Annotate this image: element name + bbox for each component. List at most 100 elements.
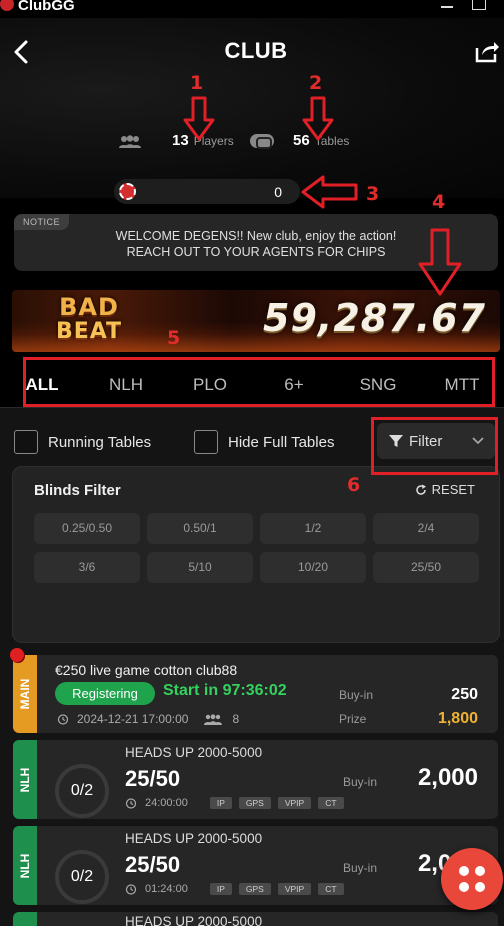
alarm-clock-icon <box>125 884 137 895</box>
window-titlebar: ClubGG <box>0 0 504 18</box>
game-tag: GPS <box>238 883 271 895</box>
share-icon[interactable] <box>474 38 500 64</box>
buyin-label: Buy-in <box>343 861 378 875</box>
card-type-label: NLH <box>18 767 32 792</box>
players-icon <box>119 135 141 148</box>
annotation-number-5: 5 <box>167 327 181 349</box>
game-tag: IP <box>209 883 232 895</box>
dot-icon <box>459 882 469 892</box>
game-tag: VPIP <box>277 883 312 895</box>
blind-option[interactable]: 10/20 <box>260 552 366 583</box>
running-tables-toggle[interactable]: Running Tables <box>14 430 151 454</box>
registering-badge: Registering <box>55 682 155 705</box>
game-tag: CT <box>318 797 344 809</box>
seats-indicator: 0/2 <box>55 764 109 818</box>
annotation-arrow-down-icon <box>302 96 334 141</box>
blind-option[interactable]: 0.25/0.50 <box>34 513 140 544</box>
blind-option[interactable]: 25/50 <box>373 552 479 583</box>
prize-label: Prize <box>339 712 367 726</box>
buyin-label: Buy-in <box>339 688 374 702</box>
chip-balance[interactable]: 0 <box>114 179 300 204</box>
tournament-date: 2024-12-21 17:00:00 <box>77 712 189 726</box>
bad-beat-logo-line2: BEAT <box>55 319 123 344</box>
blind-option[interactable]: 3/6 <box>34 552 140 583</box>
game-card[interactable]: NLH 0/2 HEADS UP 2000-5000 25/50 24:00:0… <box>13 740 498 819</box>
blind-option[interactable]: 5/10 <box>147 552 253 583</box>
bad-beat-logo-line1: BAD <box>59 293 119 321</box>
game-title: HEADS UP 2000-5000 <box>125 914 263 926</box>
clubgg-logo-icon <box>0 0 14 11</box>
annotation-arrow-left-icon <box>301 175 358 209</box>
chip-balance-value: 0 <box>274 184 282 200</box>
buyin-label: Buy-in <box>343 775 378 789</box>
blind-option[interactable]: 2/4 <box>373 513 479 544</box>
alarm-clock-icon <box>125 798 137 809</box>
players-icon <box>204 713 223 725</box>
blind-option[interactable]: 0.50/1 <box>147 513 253 544</box>
prize-value: 1,800 <box>437 710 478 727</box>
buyin-value: 2,000 <box>417 764 478 791</box>
blinds-options: 0.25/0.50 0.50/1 1/2 2/4 3/6 5/10 10/20 … <box>34 513 484 583</box>
blind-option[interactable]: 1/2 <box>260 513 366 544</box>
hide-full-tables-toggle[interactable]: Hide Full Tables <box>194 430 334 454</box>
dot-icon <box>475 882 485 892</box>
buyin-value: 250 <box>451 686 478 703</box>
jackpot-amount: 59,287.67 <box>263 296 486 340</box>
annotation-number-4: 4 <box>432 191 446 213</box>
blinds-filter-panel: Blinds Filter RESET 0.25/0.50 0.50/1 1/2… <box>12 466 500 643</box>
notice-tag: NOTICE <box>14 214 70 230</box>
game-tag: VPIP <box>277 797 312 809</box>
start-countdown: Start in 97:36:02 <box>163 682 287 699</box>
game-card[interactable]: NLH 0/2 HEADS UP 2000-5000 25/50 01:24:0… <box>13 826 498 905</box>
annotation-number-6: 6 <box>347 474 361 496</box>
reset-button[interactable]: RESET <box>415 482 475 497</box>
game-tag: CT <box>318 883 344 895</box>
tournament-meta: 2024-12-21 17:00:00 8 <box>57 712 239 726</box>
card-type-strip: MAIN <box>13 655 37 733</box>
running-tables-checkbox[interactable] <box>14 430 38 454</box>
bad-beat-logo: BAD BEAT <box>30 294 148 348</box>
annotation-arrow-down-icon <box>418 228 462 296</box>
tournament-card[interactable]: MAIN €250 live game cotton club88 Regist… <box>13 655 498 733</box>
tournament-title: €250 live game cotton club88 <box>55 662 238 678</box>
game-time: 24:00:00 <box>145 797 188 809</box>
card-type-strip <box>13 912 37 926</box>
card-type-label: MAIN <box>18 678 32 710</box>
hide-full-tables-checkbox[interactable] <box>194 430 218 454</box>
refresh-icon <box>415 484 426 495</box>
annotation-number-2: 2 <box>309 72 323 94</box>
seats-indicator: 0/2 <box>55 850 109 904</box>
game-blinds: 25/50 <box>125 852 181 877</box>
game-title: HEADS UP 2000-5000 <box>125 831 263 846</box>
dot-icon <box>475 866 485 876</box>
annotation-arrow-down-icon <box>183 96 215 141</box>
club-header: CLUB <box>0 18 504 198</box>
game-tag: IP <box>209 797 232 809</box>
annotation-number-1: 1 <box>190 72 204 94</box>
annotation-box-tabs <box>23 357 495 407</box>
annotation-number-3: 3 <box>366 183 380 205</box>
dot-icon <box>459 866 469 876</box>
card-type-label: NLH <box>18 853 32 878</box>
maximize-icon[interactable] <box>472 0 486 10</box>
app-title: ClubGG <box>18 0 75 14</box>
game-card[interactable]: HEADS UP 2000-5000 <box>13 912 498 926</box>
game-meta: 01:24:00 IP GPS VPIP CT <box>125 883 351 895</box>
tables-link-icon <box>250 134 274 149</box>
game-meta: 24:00:00 IP GPS VPIP CT <box>125 797 351 809</box>
page-title: CLUB <box>224 38 288 63</box>
game-blinds: 25/50 <box>125 766 181 791</box>
game-time: 01:24:00 <box>145 883 188 895</box>
card-type-strip: NLH <box>13 826 37 905</box>
minimize-icon[interactable] <box>441 6 453 8</box>
pin-icon <box>10 648 24 662</box>
menu-fab-button[interactable] <box>441 848 503 910</box>
bad-beat-jackpot-banner[interactable]: BAD BEAT 59,287.67 <box>12 290 500 352</box>
game-tag: GPS <box>238 797 271 809</box>
reset-label: RESET <box>431 482 475 497</box>
poker-chip-icon <box>119 183 136 200</box>
blinds-filter-title: Blinds Filter <box>34 482 121 499</box>
alarm-clock-icon <box>57 714 69 725</box>
entrants-count: 8 <box>232 712 240 726</box>
card-type-strip: NLH <box>13 740 37 819</box>
